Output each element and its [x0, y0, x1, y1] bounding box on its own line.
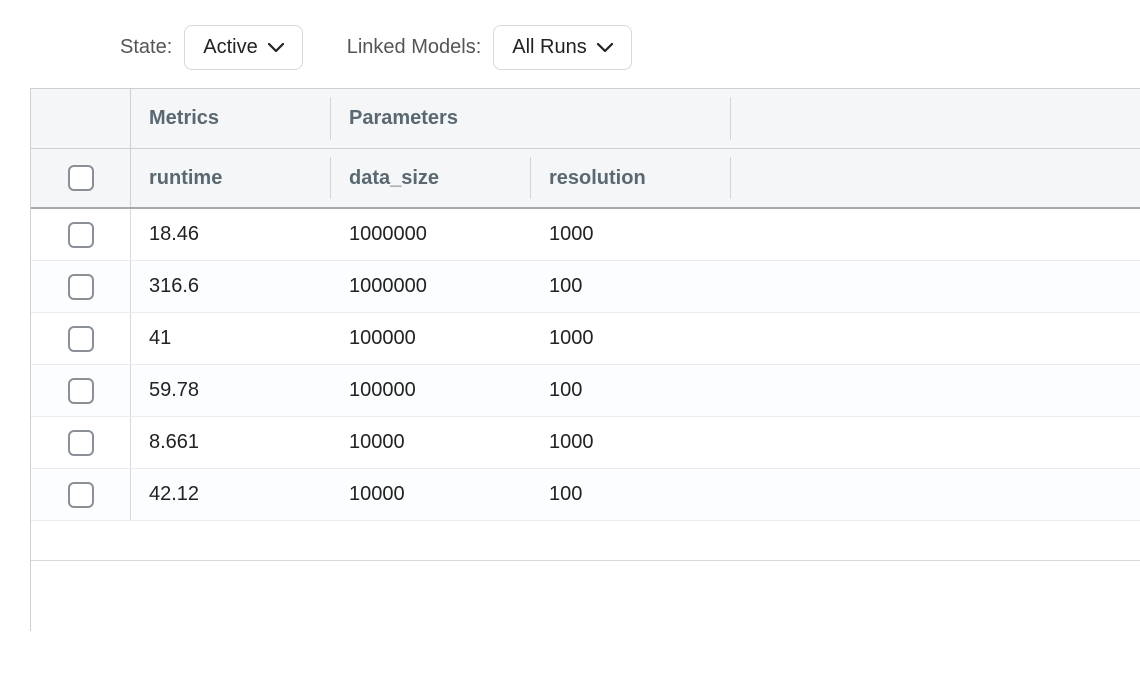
select-all-cell — [31, 149, 131, 207]
chevron-down-icon — [268, 43, 284, 53]
cell-runtime: 41 — [149, 327, 171, 350]
table-empty-strip — [31, 521, 1140, 561]
cell-data-size: 10000 — [349, 483, 405, 506]
table-row: 41 100000 1000 — [31, 313, 1140, 365]
cell-resolution: 1000 — [549, 327, 594, 350]
cell-resolution: 100 — [549, 275, 582, 298]
chevron-down-icon — [597, 43, 613, 53]
cell-data-size: 1000000 — [349, 275, 427, 298]
row-checkbox[interactable] — [68, 378, 94, 404]
row-checkbox[interactable] — [68, 482, 94, 508]
cell-runtime: 18.46 — [149, 223, 199, 246]
linked-models-filter-label: Linked Models: — [347, 36, 482, 59]
column-header-runtime[interactable]: runtime — [131, 149, 331, 207]
linked-models-filter-value: All Runs — [512, 36, 586, 59]
cell-data-size: 1000000 — [349, 223, 427, 246]
row-checkbox[interactable] — [68, 326, 94, 352]
column-group-parameters: Parameters — [331, 89, 731, 148]
cell-resolution: 100 — [549, 483, 582, 506]
cell-resolution: 100 — [549, 379, 582, 402]
table-row: 18.46 1000000 1000 — [31, 209, 1140, 261]
table-row: 59.78 100000 100 — [31, 365, 1140, 417]
cell-data-size: 100000 — [349, 379, 416, 402]
row-checkbox[interactable] — [68, 430, 94, 456]
table-row: 316.6 1000000 100 — [31, 261, 1140, 313]
column-header-resolution[interactable]: resolution — [531, 149, 731, 207]
cell-data-size: 100000 — [349, 327, 416, 350]
filter-bar: State: Active Linked Models: All Runs — [0, 25, 1140, 70]
row-checkbox[interactable] — [68, 274, 94, 300]
cell-runtime: 42.12 — [149, 483, 199, 506]
cell-runtime: 59.78 — [149, 379, 199, 402]
table-column-header: runtime data_size resolution — [31, 149, 1140, 209]
cell-runtime: 8.661 — [149, 431, 199, 454]
select-all-checkbox[interactable] — [68, 165, 94, 191]
table-row: 42.12 10000 100 — [31, 469, 1140, 521]
linked-models-filter-dropdown[interactable]: All Runs — [493, 25, 631, 70]
checkbox-header-spacer — [31, 89, 131, 148]
table-body: 18.46 1000000 1000 316.6 1000000 100 41 … — [31, 209, 1140, 521]
state-filter-label: State: — [120, 36, 172, 59]
state-filter-value: Active — [203, 36, 257, 59]
cell-resolution: 1000 — [549, 431, 594, 454]
table-footer-space — [31, 561, 1140, 631]
column-group-metrics: Metrics — [131, 89, 331, 148]
runs-table: Metrics Parameters runtime data_size res… — [30, 88, 1140, 631]
row-checkbox[interactable] — [68, 222, 94, 248]
cell-data-size: 10000 — [349, 431, 405, 454]
column-header-data-size[interactable]: data_size — [331, 149, 531, 207]
state-filter-dropdown[interactable]: Active — [184, 25, 302, 70]
table-row: 8.661 10000 1000 — [31, 417, 1140, 469]
table-group-header: Metrics Parameters — [31, 89, 1140, 149]
cell-runtime: 316.6 — [149, 275, 199, 298]
cell-resolution: 1000 — [549, 223, 594, 246]
